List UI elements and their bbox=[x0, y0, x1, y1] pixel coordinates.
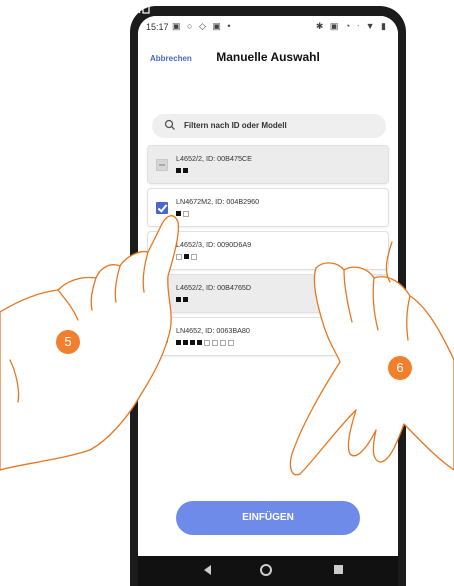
system-icons: ✱ ▣ ◔ ᐧ ▼ ▮ bbox=[315, 21, 388, 31]
device-checkbox[interactable] bbox=[156, 331, 168, 343]
device-label: L4652/3, ID: 0090D6A9 bbox=[176, 240, 252, 249]
close-window-icon bbox=[134, 5, 150, 14]
recents-icon[interactable] bbox=[334, 565, 343, 574]
slot-empty bbox=[228, 340, 234, 346]
slot-filled bbox=[176, 297, 181, 302]
device-checkbox[interactable] bbox=[156, 245, 168, 257]
step-6-badge: 6 bbox=[388, 356, 412, 380]
status-time: 15:17 bbox=[146, 22, 169, 32]
back-icon[interactable] bbox=[204, 565, 211, 575]
insert-button[interactable]: EINFÜGEN bbox=[176, 501, 360, 535]
slot-empty bbox=[191, 254, 197, 260]
home-icon[interactable] bbox=[260, 564, 272, 576]
slot-empty bbox=[176, 254, 182, 260]
device-slot-indicator bbox=[176, 254, 197, 260]
device-row[interactable]: LN4672M2, ID: 004B2960 bbox=[148, 189, 388, 226]
phone-frame: 15:17 ▣ ○ ◇ ▣ • ✱ ▣ ◔ ᐧ ▼ ▮ Manuelle Aus… bbox=[130, 5, 406, 586]
status-bar: 15:17 ▣ ○ ◇ ▣ • ✱ ▣ ◔ ᐧ ▼ ▮ bbox=[138, 16, 398, 38]
notification-icons: ▣ ○ ◇ ▣ • bbox=[172, 21, 233, 31]
device-checkbox bbox=[156, 288, 168, 300]
slot-empty bbox=[204, 340, 210, 346]
device-checkbox[interactable] bbox=[156, 202, 168, 214]
device-label: LN4652, ID: 0063BA80 bbox=[176, 326, 250, 335]
slot-filled bbox=[183, 168, 188, 173]
header: Manuelle Auswahl Abbrechen bbox=[138, 38, 398, 78]
slot-filled bbox=[190, 340, 195, 345]
android-nav-bar bbox=[138, 556, 398, 586]
device-slot-indicator bbox=[176, 297, 188, 302]
slot-empty bbox=[212, 340, 218, 346]
device-row: L4652/2, ID: 00B475CE bbox=[148, 146, 388, 183]
search-placeholder: Filtern nach ID oder Modell bbox=[184, 121, 287, 130]
search-input[interactable]: Filtern nach ID oder Modell bbox=[152, 114, 386, 138]
slot-filled bbox=[183, 340, 188, 345]
slot-filled bbox=[183, 297, 188, 302]
device-slot-indicator bbox=[176, 211, 189, 217]
step-5-badge: 5 bbox=[56, 330, 80, 354]
device-row: L4652/2, ID: 00B4765D bbox=[148, 275, 388, 312]
slot-filled bbox=[176, 340, 181, 345]
cancel-button[interactable]: Abbrechen bbox=[150, 54, 192, 63]
device-label: LN4672M2, ID: 004B2960 bbox=[176, 197, 260, 206]
device-list: L4652/2, ID: 00B475CE LN4672M2, ID: 004B2… bbox=[148, 146, 390, 361]
slot-filled bbox=[184, 254, 189, 259]
slot-filled bbox=[176, 168, 181, 173]
device-slot-indicator bbox=[176, 340, 234, 346]
slot-filled bbox=[176, 211, 181, 216]
device-slot-indicator bbox=[176, 168, 188, 173]
slot-empty bbox=[183, 211, 189, 217]
app-screen: 15:17 ▣ ○ ◇ ▣ • ✱ ▣ ◔ ᐧ ▼ ▮ Manuelle Aus… bbox=[138, 16, 398, 586]
search-icon bbox=[164, 119, 175, 130]
device-row[interactable]: LN4652, ID: 0063BA80 bbox=[148, 318, 388, 355]
device-checkbox bbox=[156, 159, 168, 171]
device-label: L4652/2, ID: 00B4765D bbox=[176, 283, 252, 292]
device-row[interactable]: L4652/3, ID: 0090D6A9 bbox=[148, 232, 388, 269]
slot-filled bbox=[197, 340, 202, 345]
slot-empty bbox=[220, 340, 226, 346]
device-label: L4652/2, ID: 00B475CE bbox=[176, 154, 252, 163]
